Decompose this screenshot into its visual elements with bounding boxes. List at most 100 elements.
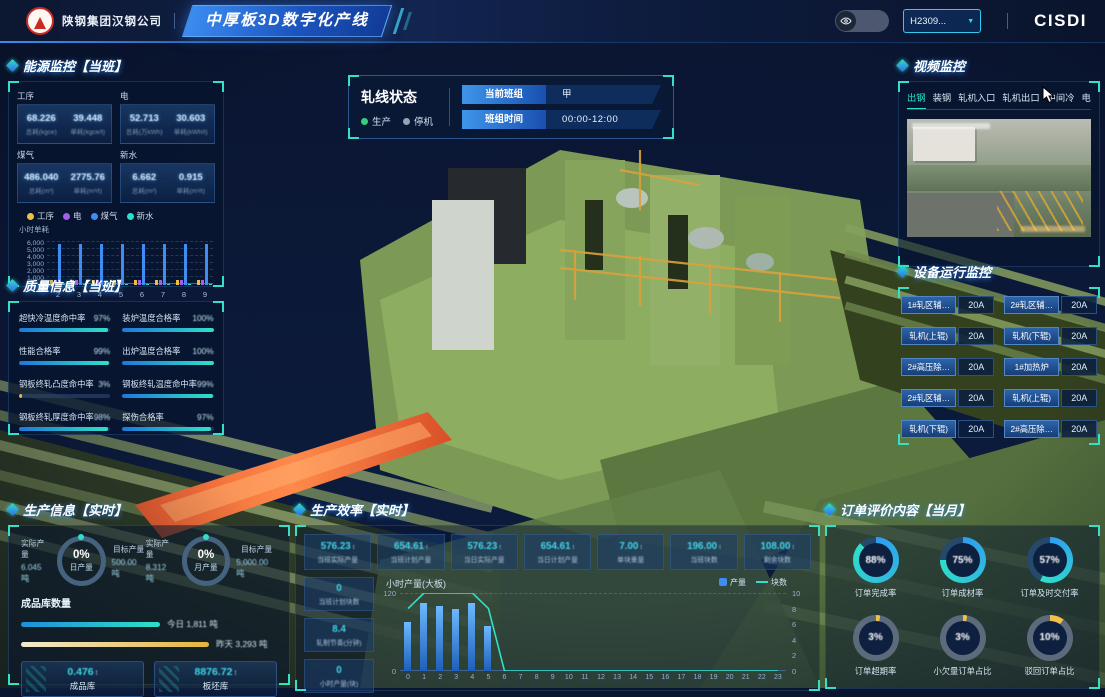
legend-dot-icon [91, 213, 98, 220]
axis-tick-label: 21 [738, 674, 754, 681]
circular-gauge: 0%日产量 [57, 536, 106, 586]
stat-label: 当班计划产量 [391, 554, 432, 564]
quality-item: 钢板终轧凸度命中率3% [19, 378, 110, 398]
donut-label: 订单成材率 [942, 587, 984, 599]
axis-tick-label: 0 [792, 667, 796, 676]
axis-tick-label: 12 [593, 674, 609, 681]
energy-unit: 单耗(m³/t) [73, 185, 102, 195]
inventory-bar [21, 642, 209, 647]
chart-legend: 产量块数 [719, 577, 787, 588]
energy-metric: 6.662总耗(m³) [121, 164, 168, 202]
axis-tick-label: 10 [792, 589, 800, 598]
quality-label: 性能合格率 [19, 345, 61, 357]
legend-item: 产量 [719, 577, 746, 588]
device-cell: 轧机(下辊)20A [901, 420, 994, 438]
output-gauge-group: 实际产量6.045 吨0%日产量目标产量500.00 吨 [21, 536, 146, 586]
device-current-value: 20A [1061, 327, 1097, 345]
dropdown-value: H2309... [910, 16, 946, 27]
device-cell: 轧机(上辊)20A [1004, 389, 1097, 407]
camera-tab-装钢[interactable]: 装钢 [933, 90, 952, 104]
gauge-tick-icon [203, 534, 209, 540]
legend-item: 块数 [756, 577, 787, 588]
gauge-side-right: 目标产量5,000.00 吨 [236, 544, 277, 579]
energy-value: 30.603 [176, 113, 205, 124]
energy-value-box: 6.662总耗(m³)0.915单耗(m³/t) [120, 163, 215, 203]
stat-label: 当日计划产量 [537, 554, 578, 564]
energy-chart-legend: 工序电煤气新水 [27, 210, 215, 222]
quality-label: 出炉温度合格率 [122, 345, 180, 357]
progress-fill [19, 394, 22, 398]
camera-tab-轧机出口[interactable]: 轧机出口 [1002, 90, 1039, 104]
device-current-value: 20A [1061, 389, 1097, 407]
quality-percent: 99% [94, 346, 111, 356]
energy-category-label: 工序 [17, 90, 112, 102]
order-donut-cell: 57%订单及时交付率 [1008, 532, 1091, 605]
energy-value: 52.713 [130, 113, 159, 124]
gauge-percent: 0% [198, 549, 215, 561]
efficiency-stat-card: 108.00t 剩余块数 [744, 534, 811, 570]
legend-dot-icon [63, 213, 70, 220]
donut-label: 小欠量订单占比 [933, 665, 991, 677]
warehouse-card: 8876.72t板坯库 [154, 661, 277, 697]
donut-label: 驳回订单占比 [1025, 665, 1075, 677]
axis-tick-label: 0 [392, 667, 396, 676]
device-current-value: 20A [1061, 358, 1097, 376]
device-current-value: 20A [958, 389, 994, 407]
energy-value-box: 486.040总耗(m³)2775.76单耗(m³/t) [17, 163, 112, 203]
axis-tick-label: 8 [792, 605, 796, 614]
camera-tab-中间冷[interactable]: 中间冷 [1047, 90, 1075, 104]
panel-title-text: 视频监控 [913, 56, 965, 75]
axis-tick-label: 2 [432, 674, 448, 681]
camera-tab-轧机入口[interactable]: 轧机入口 [958, 90, 995, 104]
order-select-dropdown[interactable]: H2309... ▼ [903, 9, 981, 33]
quality-item: 性能合格率 99% [19, 345, 110, 365]
device-cell: 2#高压除…20A [901, 358, 994, 376]
quality-percent: 97% [94, 313, 111, 323]
line-status-legend: 生产停机 [361, 114, 433, 128]
energy-metric: 486.040总耗(m³) [18, 164, 65, 202]
camera-feed-decor [907, 165, 1091, 191]
device-readout-rows: 1#轧区辅…20A2#轧区辅…20A轧机(上辊)20A轧机(下辊)20A2#高压… [901, 296, 1097, 438]
progress-track [19, 394, 110, 398]
decor-slash [393, 8, 404, 34]
stat-label: 剩余块数 [764, 554, 791, 564]
device-label-chip: 2#轧区辅… [1004, 296, 1059, 314]
progress-track [19, 361, 110, 365]
visibility-toggle[interactable] [835, 10, 889, 32]
energy-value: 68.226 [27, 113, 56, 124]
gauge-side-value: 500.00 吨 [112, 558, 146, 579]
progress-track [122, 361, 213, 365]
order-donut: 57% [1027, 537, 1073, 583]
panel-title: 订单评价内容【当月】 [825, 500, 1100, 519]
gauge-tick-icon [78, 534, 84, 540]
donut-label: 订单完成率 [855, 587, 897, 599]
stat-unit: t [499, 544, 501, 551]
energy-monitor-panel: 能源监控【当班】 工序68.226总耗(kgce)39.448单耗(kgce/t… [8, 56, 224, 287]
quality-item: 超快冷温度命中率97% [19, 312, 110, 332]
device-cell: 轧机(下辊)20A [1004, 327, 1097, 345]
quality-item: 出炉温度合格率100% [122, 345, 213, 365]
camera-timestamp-overlay [912, 123, 990, 129]
efficiency-side-card: 8.4轧制节奏(分钟) [304, 618, 374, 652]
quality-item-head: 钢板终轧温度命中率99% [122, 378, 213, 390]
stat-unit: t [426, 544, 428, 551]
stat-unit: t [719, 544, 721, 551]
gauge-side-right: 目标产量500.00 吨 [112, 544, 146, 579]
axis-tick-label: 7 [513, 674, 529, 681]
progress-track [122, 328, 213, 332]
gauge-side-label: 实际产量 [21, 538, 51, 560]
status-legend-item: 生产 [361, 114, 391, 128]
camera-tab-电动热[interactable]: 电动热 [1082, 90, 1091, 104]
axis-tick-label: 15 [641, 674, 657, 681]
device-label-chip: 轧机(下辊) [1004, 327, 1059, 345]
warehouse-value: 8876.72t [195, 666, 237, 678]
panel-title-text: 质量信息【当班】 [23, 276, 127, 295]
camera-tab-出钢[interactable]: 出钢 [907, 90, 926, 104]
progress-fill [122, 328, 213, 332]
energy-metric: 39.448单耗(kgce/t) [65, 105, 112, 143]
donut-percent: 3% [868, 632, 882, 643]
stat-label: 当班块数 [690, 554, 717, 564]
stat-value: 108.00t [760, 541, 794, 552]
efficiency-side-card: 0当班计划块数 [304, 577, 374, 611]
diamond-icon [896, 59, 909, 72]
